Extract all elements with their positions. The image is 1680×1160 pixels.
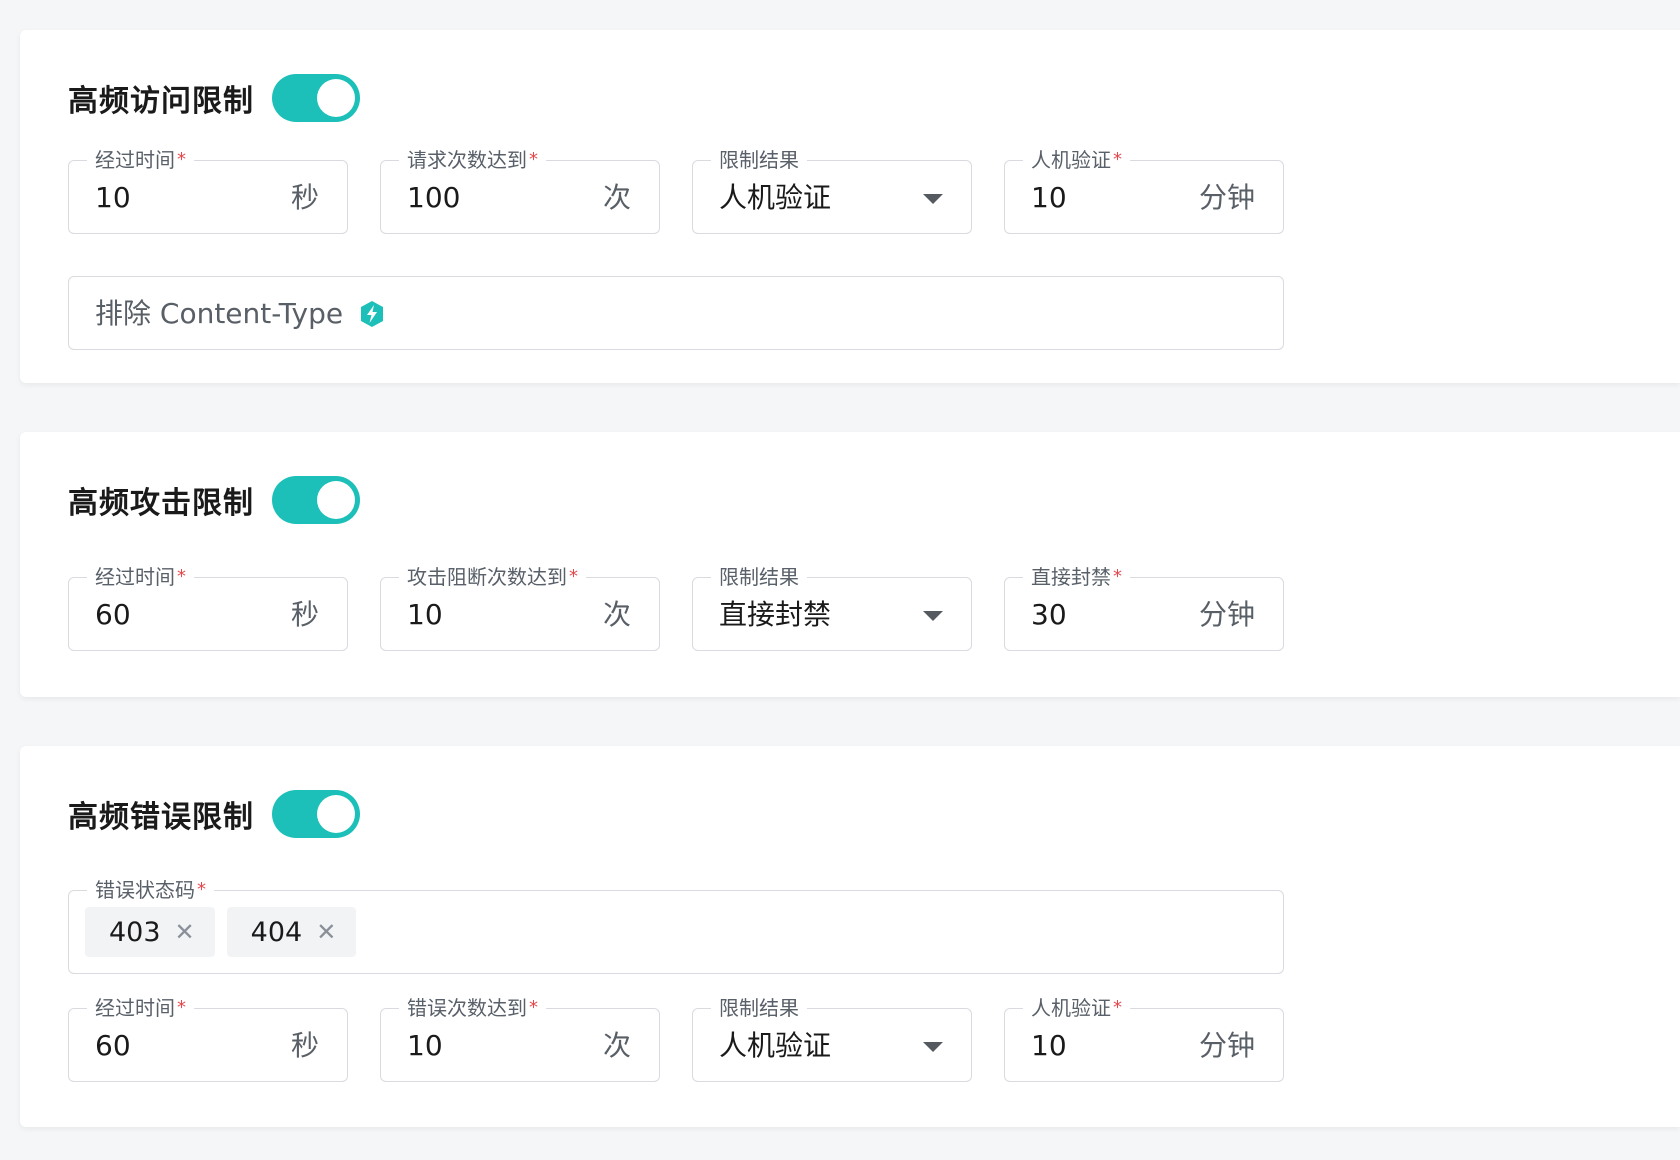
request-count-field[interactable]: 请求次数达到* 次 bbox=[380, 147, 660, 234]
field-label: 攻击阻断次数达到 * bbox=[399, 564, 586, 590]
unit-label: 分钟 bbox=[1198, 181, 1255, 214]
limit-result-select[interactable]: 限制结果 人机验证 bbox=[692, 995, 972, 1082]
field-label: 直接封禁 * bbox=[1023, 564, 1130, 590]
unit-label: 秒 bbox=[290, 1029, 319, 1062]
unit-label: 分钟 bbox=[1198, 598, 1255, 631]
unit-label: 次 bbox=[602, 181, 631, 214]
tag-label: 404 bbox=[250, 916, 303, 948]
limit-result-select[interactable]: 限制结果 直接封禁 bbox=[692, 564, 972, 651]
field-label: 限制结果 bbox=[711, 147, 807, 173]
error-status-code-input[interactable]: 错误状态码 * 403 ✕ 404 ✕ bbox=[68, 877, 1284, 974]
enable-toggle[interactable] bbox=[272, 790, 360, 838]
captcha-duration-input[interactable] bbox=[1031, 1029, 1181, 1063]
field-label: 错误次数达到 * bbox=[399, 995, 546, 1021]
enable-toggle[interactable] bbox=[272, 74, 360, 122]
elapsed-time-field[interactable]: 经过时间* 秒 bbox=[68, 995, 348, 1082]
section-header: 高频攻击限制 bbox=[68, 476, 360, 524]
section-rate-limit-error: 高频错误限制 错误状态码* 403 ✕ 404 ✕ 经过时间* 秒 错误次数达到… bbox=[20, 746, 1680, 1127]
elapsed-time-input[interactable] bbox=[95, 1029, 245, 1063]
section-rate-limit-access: 高频访问限制 经过时间* 秒 请求次数达到* 次 限制结果 人机验证 人机验证*… bbox=[20, 30, 1680, 383]
tag-list: 403 ✕ 404 ✕ bbox=[85, 907, 357, 957]
field-label: 限制结果 bbox=[711, 564, 807, 590]
tag-label: 403 bbox=[109, 916, 161, 948]
caret-down-icon bbox=[923, 611, 943, 621]
status-code-tag: 403 ✕ bbox=[85, 907, 215, 957]
field-label: 请求次数达到 * bbox=[399, 147, 546, 173]
section-title: 高频错误限制 bbox=[68, 800, 254, 835]
unit-label: 次 bbox=[602, 1029, 631, 1062]
section-title: 高频攻击限制 bbox=[68, 486, 254, 521]
field-label: 人机验证 * bbox=[1023, 147, 1130, 173]
unit-label: 秒 bbox=[290, 598, 319, 631]
limit-result-select[interactable]: 限制结果 人机验证 bbox=[692, 147, 972, 234]
caret-down-icon bbox=[923, 194, 943, 204]
close-icon[interactable]: ✕ bbox=[316, 920, 336, 944]
field-label: 限制结果 bbox=[711, 995, 807, 1021]
selected-value: 人机验证 bbox=[719, 181, 832, 214]
exclude-content-type-input[interactable]: 排除 Content-Type bbox=[68, 276, 1284, 350]
field-label: 经过时间 * bbox=[87, 147, 194, 173]
field-label: 人机验证 * bbox=[1023, 995, 1130, 1021]
error-count-input[interactable] bbox=[407, 1029, 557, 1063]
selected-value: 直接封禁 bbox=[719, 598, 832, 631]
toggle-knob bbox=[317, 795, 355, 833]
captcha-duration-field[interactable]: 人机验证* 分钟 bbox=[1004, 147, 1284, 234]
zap-badge-icon[interactable] bbox=[359, 300, 385, 328]
ban-duration-field[interactable]: 直接封禁* 分钟 bbox=[1004, 564, 1284, 651]
unit-label: 次 bbox=[602, 598, 631, 631]
field-label: 经过时间 * bbox=[87, 564, 194, 590]
elapsed-time-field[interactable]: 经过时间* 秒 bbox=[68, 147, 348, 234]
request-count-input[interactable] bbox=[407, 181, 557, 215]
captcha-duration-field[interactable]: 人机验证* 分钟 bbox=[1004, 995, 1284, 1082]
captcha-duration-input[interactable] bbox=[1031, 181, 1181, 215]
status-code-tag: 404 ✕ bbox=[226, 907, 357, 957]
selected-value: 人机验证 bbox=[719, 1029, 832, 1062]
caret-down-icon bbox=[923, 1042, 943, 1052]
field-label: 错误状态码 * bbox=[87, 877, 214, 903]
elapsed-time-field[interactable]: 经过时间* 秒 bbox=[68, 564, 348, 651]
field-label: 经过时间 * bbox=[87, 995, 194, 1021]
attack-block-count-input[interactable] bbox=[407, 598, 557, 632]
enable-toggle[interactable] bbox=[272, 476, 360, 524]
close-icon[interactable]: ✕ bbox=[175, 920, 195, 944]
section-header: 高频访问限制 bbox=[68, 74, 360, 122]
unit-label: 秒 bbox=[290, 181, 319, 214]
attack-block-count-field[interactable]: 攻击阻断次数达到* 次 bbox=[380, 564, 660, 651]
toggle-knob bbox=[317, 79, 355, 117]
section-title: 高频访问限制 bbox=[68, 84, 254, 119]
section-rate-limit-attack: 高频攻击限制 经过时间* 秒 攻击阻断次数达到* 次 限制结果 直接封禁 直接封… bbox=[20, 432, 1680, 697]
toggle-knob bbox=[317, 481, 355, 519]
section-header: 高频错误限制 bbox=[68, 790, 360, 838]
error-count-field[interactable]: 错误次数达到* 次 bbox=[380, 995, 660, 1082]
elapsed-time-input[interactable] bbox=[95, 181, 245, 215]
elapsed-time-input[interactable] bbox=[95, 598, 245, 632]
unit-label: 分钟 bbox=[1198, 1029, 1255, 1062]
exclude-placeholder: 排除 Content-Type bbox=[95, 297, 385, 331]
ban-duration-input[interactable] bbox=[1031, 598, 1181, 632]
